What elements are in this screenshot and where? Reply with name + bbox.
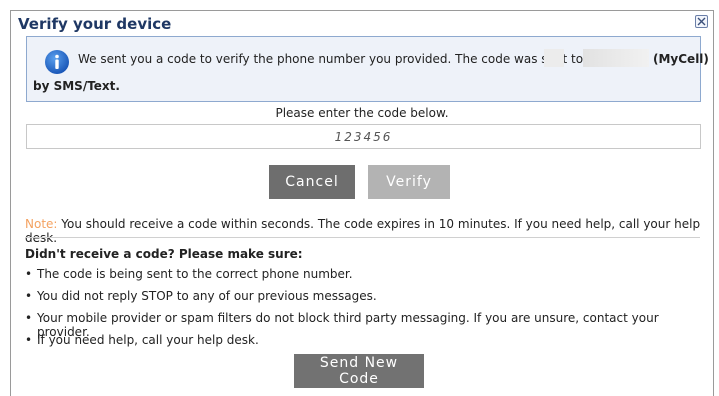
verify-button[interactable]: Verify — [368, 165, 450, 199]
info-icon — [44, 49, 70, 75]
help-list-item: If you need help, call your help desk. — [25, 333, 713, 355]
dialog-title: Verify your device — [18, 15, 172, 33]
code-prompt: Please enter the code below. — [275, 106, 449, 120]
redacted-phone-number — [583, 49, 649, 67]
cancel-button[interactable]: Cancel — [269, 165, 355, 199]
close-icon[interactable] — [695, 15, 708, 28]
info-message-box: We sent you a code to verify the phone n… — [26, 36, 709, 102]
help-list: The code is being sent to the correct ph… — [25, 267, 713, 355]
divider — [25, 237, 700, 238]
help-list-item: Your mobile provider or spam filters do … — [25, 311, 713, 339]
help-heading: Didn't receive a code? Please make sure: — [25, 247, 303, 261]
help-list-item: The code is being sent to the correct ph… — [25, 267, 713, 289]
code-input[interactable] — [26, 124, 701, 149]
verify-device-dialog: Verify your device We sent you a code to… — [10, 10, 714, 396]
phone-label: (MyCell) — [653, 52, 709, 66]
dialog-title-bar: Verify your device — [11, 11, 713, 37]
redacted-phone-prefix — [544, 49, 564, 67]
note-text: Note: You should receive a code within s… — [25, 217, 713, 245]
info-message-text: We sent you a code to verify the phone n… — [78, 52, 584, 66]
send-new-code-button[interactable]: Send New Code — [294, 354, 424, 388]
help-list-item: You did not reply STOP to any of our pre… — [25, 289, 713, 311]
note-label: Note: — [25, 217, 58, 231]
note-body: You should receive a code within seconds… — [25, 217, 701, 245]
info-message-channel: by SMS/Text. — [33, 79, 120, 93]
